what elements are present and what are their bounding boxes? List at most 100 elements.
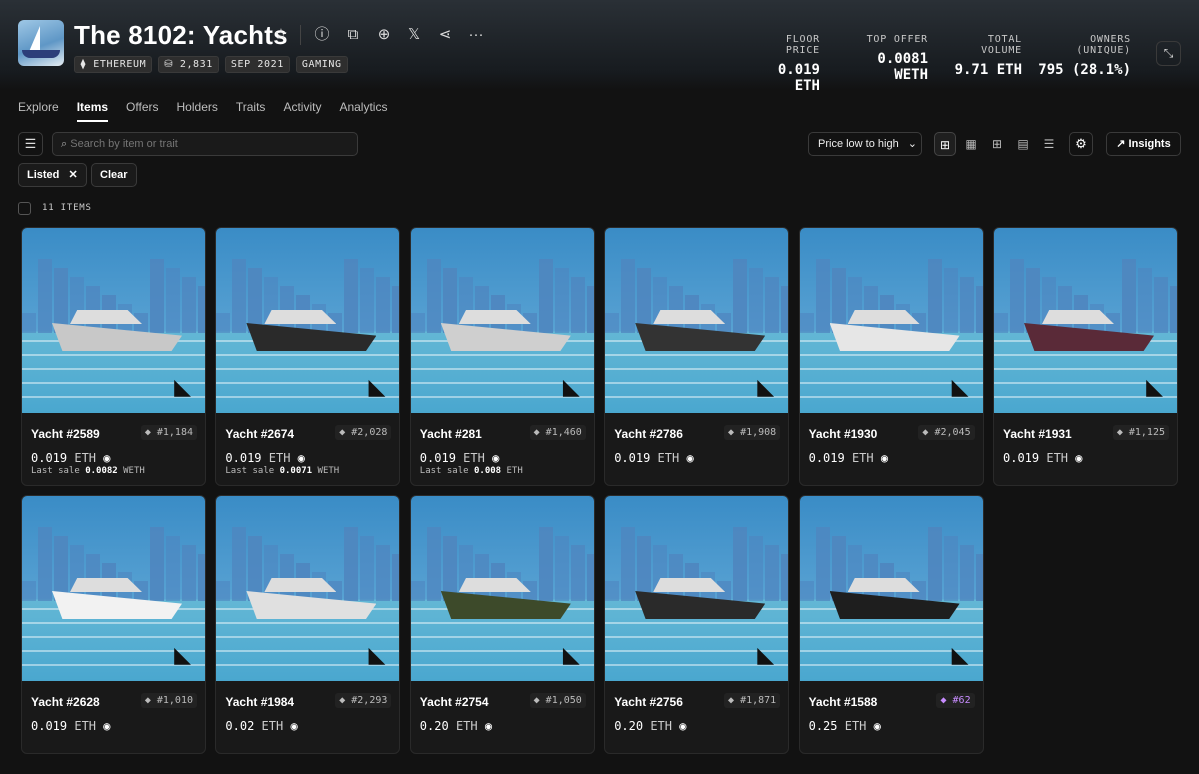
rank-value: #1,125 [1128,427,1165,438]
item-name: Yacht #1588 [808,695,878,709]
listed-chip-label: Listed [27,169,60,181]
stat-value: 0.0081 WETH [877,51,928,83]
eth-icon: ◉ [686,451,694,465]
orca-icon: ◣ [951,642,969,667]
floor-price-stat: FLOOR PRICE 0.019 ETH [752,34,820,94]
tab-explore[interactable]: Explore [18,100,59,122]
rarity-rank-badge: ◆ #1,908 [724,425,781,440]
item-card[interactable]: ◣ Yacht #1931 ◆ #1,125 0.019 ETH ◉ [993,227,1178,486]
last-sale-value: 0.0082 [85,466,118,476]
price-unit: ETH [851,451,874,465]
grid-large-view-icon[interactable]: ⊞ [934,132,956,156]
item-name: Yacht #2786 [614,427,683,441]
select-all-checkbox[interactable] [18,202,31,215]
grid-small-view-icon[interactable]: ⊞ [986,132,1008,156]
rarity-rank-badge: ◆ #1,125 [1112,425,1169,440]
item-card[interactable]: ◣ Yacht #2786 ◆ #1,908 0.019 ETH ◉ [604,227,790,486]
yacht-artwork: ◣ [410,228,594,413]
item-name: Yacht #1984 [225,695,295,709]
item-card[interactable]: ◣ Yacht #2756 ◆ #1,871 0.20 ETH ◉ [604,495,790,754]
tab-offers[interactable]: Offers [126,100,158,122]
last-sale: Last sale 0.008 ETH [420,466,523,476]
collection-title: The 8102: Yachts [74,20,288,50]
eth-icon: ◉ [873,719,881,733]
price-value: 0.019 [614,451,651,465]
price-value: 0.20 [614,719,644,733]
list-view-icon[interactable]: ▤ [1012,132,1034,156]
item-card[interactable]: ◣ Yacht #281 ◆ #1,460 0.019 ETH ◉ Last s… [409,227,595,486]
x-twitter-icon[interactable]: 𝕏 [405,26,423,44]
item-price: 0.20 ETH ◉ [614,719,686,733]
sort-dropdown[interactable]: Price low to high ⌄ [808,132,922,156]
star-icon[interactable]: ☆ [272,26,290,44]
yacht-artwork: ◣ [410,496,594,681]
item-card[interactable]: ◣ Yacht #2674 ◆ #2,028 0.019 ETH ◉ Last … [215,227,401,486]
share-icon[interactable]: ⋖ [436,26,454,44]
tab-items[interactable]: Items [76,100,109,122]
item-card[interactable]: ◣ Yacht #2628 ◆ #1,010 0.019 ETH ◉ [21,495,206,754]
collection-header: The 8102: Yachts ☆ ⓘ ⧉ ⊕ 𝕏 ⋖ ··· ⧫ ETHER… [0,0,1199,94]
price-unit: ETH [261,719,284,733]
price-unit: ETH [455,719,478,733]
eth-icon: ◉ [103,451,111,465]
rarity-rank-badge: ◆ #1,184 [140,425,197,440]
rank-value: #1,184 [156,427,193,438]
item-card[interactable]: ◣ Yacht #2754 ◆ #1,050 0.20 ETH ◉ [409,495,595,754]
insights-button[interactable]: ↗ Insights [1106,132,1181,156]
eth-icon: ◉ [484,719,493,733]
orca-icon: ◣ [951,374,969,399]
settings-gear-icon[interactable]: ⚙ [1069,132,1093,156]
listed-filter-chip[interactable]: Listed ✕ [18,163,87,187]
rank-value: #1,908 [740,427,777,438]
price-unit: ETH [268,451,291,465]
globe-icon[interactable]: ⊕ [375,26,393,44]
item-card[interactable]: ◣ Yacht #1588 ◆ #62 0.25 ETH ◉ [798,495,984,754]
rarity-rank-badge: ◆ #2,293 [335,693,392,708]
item-price: 0.02 ETH ◉ [225,719,297,733]
tab-traits[interactable]: Traits [236,100,266,122]
price-unit: ETH [650,719,673,733]
rank-value: #2,028 [351,427,388,438]
category-badge: GAMING [295,56,348,73]
price-unit: ETH [844,719,867,733]
orca-icon: ◣ [368,374,386,399]
sort-label: Price low to high [818,138,899,150]
chevron-down-icon: ⌄ [907,138,917,150]
item-card[interactable]: ◣ Yacht #1930 ◆ #2,045 0.019 ETH ◉ [798,227,984,486]
rarity-rank-badge: ◆ #1,050 [529,693,586,708]
clear-filters-button[interactable]: Clear [91,163,137,187]
tab-activity[interactable]: Activity [283,100,321,122]
table-view-icon[interactable]: ☰ [1038,132,1060,156]
copy-icon[interactable]: ⧉ [344,26,362,44]
price-value: 0.019 [1003,451,1040,465]
close-icon[interactable]: ✕ [68,169,77,181]
orca-icon: ◣ [757,374,775,399]
price-unit: ETH [463,451,485,465]
yacht-artwork: ◣ [22,496,205,681]
more-icon[interactable]: ··· [467,26,485,44]
search-input[interactable] [70,138,341,150]
yacht-artwork: ◣ [605,496,789,681]
yacht-artwork: ◣ [799,496,983,681]
item-card[interactable]: ◣ Yacht #1984 ◆ #2,293 0.02 ETH ◉ [215,495,401,754]
price-value: 0.019 [225,451,262,465]
tab-analytics[interactable]: Analytics [339,100,387,122]
rank-value: #1,010 [156,695,193,706]
stat-label: TOP OFFER [866,34,928,45]
grid-dense-view-icon[interactable]: ▦ [960,132,982,156]
tab-holders[interactable]: Holders [177,100,218,122]
items-count: 11 ITEMS [42,203,92,213]
item-name: Yacht #2589 [31,427,100,441]
collapse-icon[interactable]: ⤡ [1156,41,1181,66]
orca-icon: ◣ [757,642,775,667]
info-icon[interactable]: ⓘ [313,26,331,44]
last-sale-label: Last sale [419,466,469,476]
supply-badge: ⛁ 2,831 [158,56,219,73]
stat-value: 9.71 ETH [954,62,1022,78]
item-card[interactable]: ◣ Yacht #2589 ◆ #1,184 0.019 ETH ◉ Last … [21,227,206,486]
eth-icon: ◉ [492,451,500,465]
filter-icon[interactable]: ☰ [18,132,43,156]
yacht-artwork: ◣ [216,228,400,413]
yacht-artwork: ◣ [605,228,789,413]
item-price: 0.25 ETH ◉ [809,719,881,733]
